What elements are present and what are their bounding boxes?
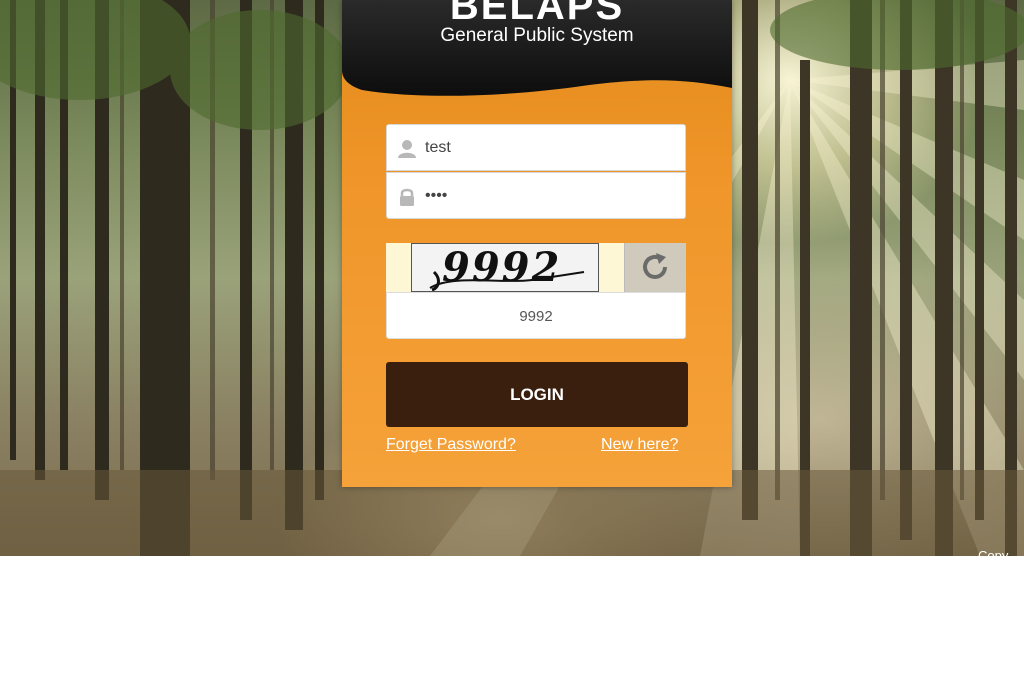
password-field[interactable]: •••• <box>386 172 686 219</box>
password-value: •••• <box>425 187 448 204</box>
captcha-row: 9992 <box>386 243 686 292</box>
user-icon <box>397 139 417 159</box>
captcha-input-value: 9992 <box>519 308 553 325</box>
username-field[interactable]: test <box>386 124 686 171</box>
lock-icon <box>397 187 417 207</box>
panel-header: BELAPS General Public System <box>342 0 732 100</box>
forget-password-link[interactable]: Forget Password? <box>386 436 516 454</box>
login-button[interactable]: LOGIN <box>386 362 688 427</box>
app-subtitle: General Public System <box>440 25 634 46</box>
refresh-captcha-button[interactable] <box>624 243 686 292</box>
copyright-text: Copy <box>978 548 1009 563</box>
login-panel: BELAPS General Public System test •••• 9… <box>342 0 732 487</box>
new-here-link[interactable]: New here? <box>601 436 678 454</box>
captcha-input[interactable]: 9992 <box>386 292 686 339</box>
username-value: test <box>425 139 451 156</box>
captcha-image: 9992 <box>411 243 599 292</box>
